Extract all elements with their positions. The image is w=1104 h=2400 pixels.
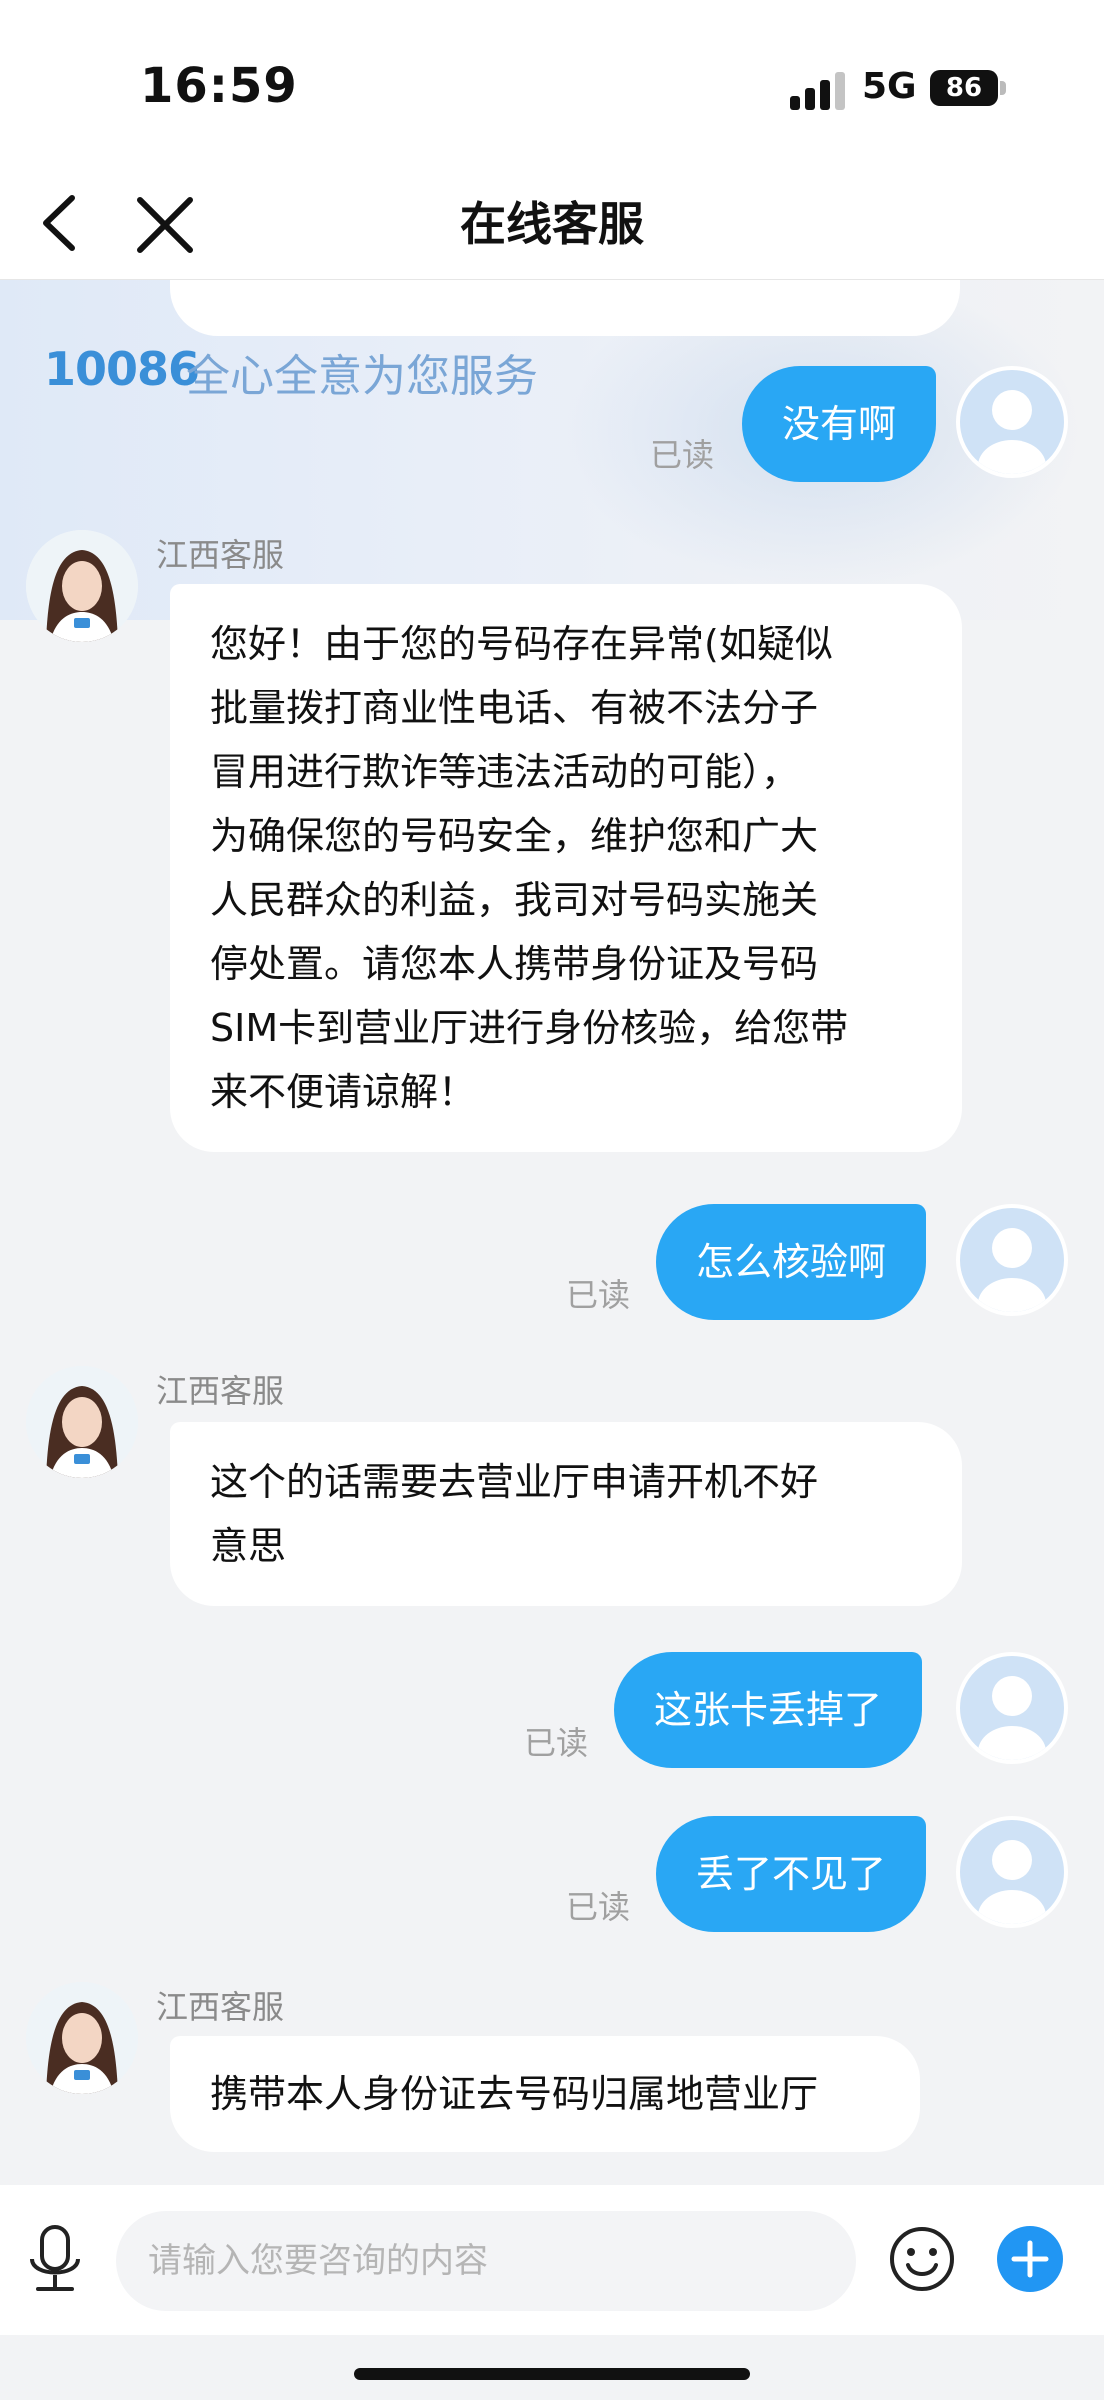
user-avatar (956, 1652, 1068, 1764)
microphone-icon[interactable] (24, 2225, 86, 2295)
user-message-bubble[interactable]: 怎么核验啊 (656, 1204, 927, 1320)
previous-message-bubble (170, 280, 960, 336)
agent-message-bubble[interactable]: 您好！由于您的号码存在异常(如疑似 批量拨打商业性电话、有被不法分子 冒用进行欺… (170, 584, 962, 1152)
user-message-bubble[interactable]: 这张卡丢掉了 (614, 1652, 923, 1768)
agent-avatar (26, 1366, 138, 1478)
agent-name: 江西客服 (156, 1988, 285, 2026)
agent-name: 江西客服 (156, 1372, 285, 1410)
message-line: 停处置。请您本人携带身份证及号码 (210, 942, 819, 986)
user-avatar (956, 1204, 1068, 1316)
agent-message-bubble[interactable]: 这个的话需要去营业厅申请开机不好 意思 (170, 1422, 962, 1606)
message-line: 批量拨打商业性电话、有被不法分子 (210, 686, 819, 730)
message-line: 您好！由于您的号码存在异常(如疑似 (210, 622, 833, 666)
chat-area[interactable]: 10086 全心全意为您服务 已读 没有啊 江西客服 您好！由于您的号码存在异常… (0, 280, 1104, 2185)
message-line: 为确保您的号码安全，维护您和广大 (210, 814, 819, 858)
input-bar: 请输入您要咨询的内容 (0, 2185, 1104, 2335)
user-avatar (956, 366, 1068, 478)
read-receipt: 已读 (566, 1888, 631, 1926)
home-area (0, 2335, 1104, 2400)
network-type: 5G (862, 66, 917, 107)
message-line: 人民群众的利益，我司对号码实施关 (210, 878, 819, 922)
status-time: 16:59 (140, 58, 298, 114)
agent-name: 江西客服 (156, 536, 285, 574)
nav-bar: 在线客服 (0, 170, 1104, 280)
message-line: 这个的话需要去营业厅申请开机不好 (210, 1460, 819, 1504)
signal-icon (790, 72, 845, 110)
plus-icon[interactable] (996, 2225, 1064, 2293)
user-message-bubble[interactable]: 没有啊 (742, 366, 937, 482)
user-avatar (956, 1816, 1068, 1928)
message-line: SIM卡到营业厅进行身份核验，给您带 (210, 1006, 849, 1050)
read-receipt: 已读 (566, 1276, 631, 1314)
message-line: 来不便请谅解！ (210, 1070, 477, 1114)
page-title: 在线客服 (460, 197, 644, 251)
read-receipt: 已读 (650, 436, 715, 474)
home-indicator[interactable] (354, 2368, 750, 2380)
banner-slogan: 全心全意为您服务 (186, 351, 538, 402)
agent-avatar (26, 530, 138, 642)
battery-icon: 86 (930, 70, 1006, 106)
user-message-bubble[interactable]: 丢了不见了 (656, 1816, 927, 1932)
message-line: 冒用进行欺诈等违法活动的可能）， (210, 750, 800, 794)
read-receipt: 已读 (524, 1724, 589, 1762)
message-input[interactable]: 请输入您要咨询的内容 (116, 2211, 856, 2311)
agent-avatar (26, 1982, 138, 2094)
message-line: 意思 (210, 1524, 287, 1568)
status-bar: 16:59 5G 86 (0, 0, 1104, 170)
battery-level: 86 (930, 70, 998, 106)
brand-logo: 10086 (44, 342, 200, 396)
agent-message-bubble[interactable]: 携带本人身份证去号码归属地营业厅 (170, 2036, 920, 2152)
smiley-icon[interactable] (888, 2225, 956, 2293)
message-line: 携带本人身份证去号码归属地营业厅 (210, 2072, 819, 2116)
